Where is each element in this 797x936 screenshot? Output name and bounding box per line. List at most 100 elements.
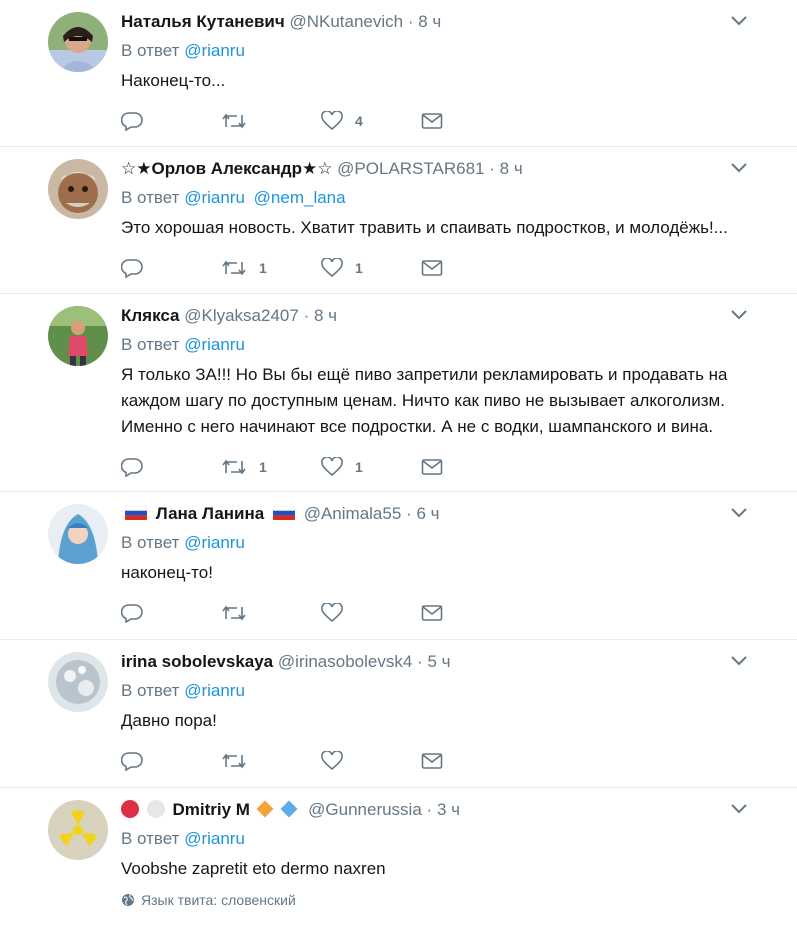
mention-link[interactable]: @rianru xyxy=(184,533,245,552)
mention-link[interactable]: @rianru xyxy=(184,41,245,60)
retweet-icon xyxy=(222,605,246,621)
avatar[interactable] xyxy=(48,306,108,366)
like-button[interactable]: 4 xyxy=(321,111,421,131)
language-label: Язык твита: словенский xyxy=(141,892,296,908)
tweet-header: Наталья Кутаневич @NKutanevich · 8 ч xyxy=(121,10,785,34)
chevron-down-icon[interactable] xyxy=(731,804,747,814)
reply-button[interactable] xyxy=(121,457,221,477)
mention-link[interactable]: @nem_lana xyxy=(254,188,346,207)
reply-button[interactable] xyxy=(121,751,221,771)
author-name[interactable]: ☆★Орлов Александр★☆ xyxy=(121,159,332,178)
retweet-icon xyxy=(222,113,246,129)
avatar[interactable] xyxy=(48,159,108,219)
reply-prefix: В ответ xyxy=(121,681,180,700)
direct-message-button[interactable] xyxy=(421,112,443,130)
avatar[interactable] xyxy=(48,652,108,712)
author-name[interactable]: Лана Ланина xyxy=(156,504,265,523)
separator-dot: · xyxy=(417,652,423,671)
retweet-icon xyxy=(222,753,246,769)
author-handle[interactable]: @irinasobolevsk4 xyxy=(278,652,412,671)
retweet-button[interactable] xyxy=(221,751,321,771)
mention-link[interactable]: @rianru xyxy=(184,681,245,700)
heart-icon xyxy=(321,457,343,477)
reply-icon xyxy=(121,752,143,771)
tweet-actions: 4 xyxy=(121,106,785,146)
tweet-text: Я только ЗА!!! Но Вы бы ещё пиво запрети… xyxy=(121,365,728,436)
tweet[interactable]: ☆★Орлов Александр★☆ @POLARSTAR681 · 8 ч … xyxy=(0,147,797,294)
like-count: 1 xyxy=(355,459,363,475)
chevron-down-icon[interactable] xyxy=(731,310,747,320)
chevron-down-icon[interactable] xyxy=(731,163,747,173)
tweet[interactable]: Клякса @Klyaksa2407 · 8 ч В ответ @rianr… xyxy=(0,294,797,492)
avatar[interactable] xyxy=(48,504,108,564)
author-name[interactable]: Клякса xyxy=(121,306,180,325)
tweet[interactable]: Лана Ланина @Animala55 · 6 ч В ответ @ri… xyxy=(0,492,797,640)
separator-dot: · xyxy=(426,800,433,819)
like-button[interactable]: 1 xyxy=(321,258,421,278)
reply-button[interactable] xyxy=(121,603,221,623)
heart-icon xyxy=(321,258,343,278)
like-button[interactable]: 1 xyxy=(321,457,421,477)
reply-button[interactable] xyxy=(121,258,221,278)
chevron-down-icon[interactable] xyxy=(731,508,747,518)
separator-dot: · xyxy=(407,12,414,31)
reply-context: В ответ @rianru xyxy=(121,679,785,703)
tweet-time[interactable]: 8 ч xyxy=(500,159,523,178)
reply-button[interactable] xyxy=(121,111,221,131)
russia-flag-icon xyxy=(125,506,147,520)
chevron-down-icon[interactable] xyxy=(731,656,747,666)
avatar[interactable] xyxy=(48,12,108,72)
heart-icon xyxy=(321,603,343,623)
author-handle[interactable]: @NKutanevich xyxy=(289,12,403,31)
tweet[interactable]: Dmitriy M @Gunnerussia · 3 ч В ответ @ri… xyxy=(0,788,797,936)
retweet-button[interactable] xyxy=(221,111,321,131)
like-button[interactable] xyxy=(321,603,421,623)
heart-icon xyxy=(321,111,343,131)
tweet-actions: 1 1 xyxy=(121,452,785,492)
reply-prefix: В ответ xyxy=(121,335,180,354)
author-handle[interactable]: @Gunnerussia xyxy=(308,800,422,819)
retweet-button[interactable]: 1 xyxy=(221,258,321,278)
retweet-count: 1 xyxy=(259,260,267,276)
like-button[interactable] xyxy=(321,751,421,771)
direct-message-button[interactable] xyxy=(421,259,443,277)
globe-icon xyxy=(122,894,134,906)
reply-icon xyxy=(121,604,143,623)
envelope-icon xyxy=(421,113,443,129)
tweet-time[interactable]: 5 ч xyxy=(427,652,450,671)
reply-context: В ответ @rianru xyxy=(121,39,785,63)
reply-icon xyxy=(121,112,143,131)
red-circle-icon xyxy=(121,800,139,818)
tweet-text: Давно пора! xyxy=(121,711,217,730)
tweet-text: Это хорошая новость. Хватит травить и сп… xyxy=(121,218,728,237)
tweet-header: Лана Ланина @Animala55 · 6 ч xyxy=(121,502,785,526)
reply-icon xyxy=(121,458,143,477)
mention-link[interactable]: @rianru xyxy=(184,335,245,354)
envelope-icon xyxy=(421,605,443,621)
author-name[interactable]: Dmitriy M xyxy=(172,800,249,819)
retweet-button[interactable] xyxy=(221,603,321,623)
author-name[interactable]: irina sobolevskaya xyxy=(121,652,273,671)
direct-message-button[interactable] xyxy=(421,752,443,770)
chevron-down-icon[interactable] xyxy=(731,16,747,26)
mention-link[interactable]: @rianru xyxy=(184,188,245,207)
tweet-time[interactable]: 3 ч xyxy=(437,800,460,819)
mention-link[interactable]: @rianru xyxy=(184,829,245,848)
avatar[interactable] xyxy=(48,800,108,860)
tweet-time[interactable]: 8 ч xyxy=(418,12,441,31)
author-name[interactable]: Наталья Кутаневич xyxy=(121,12,285,31)
tweet-time[interactable]: 6 ч xyxy=(416,504,439,523)
author-handle[interactable]: @Animala55 xyxy=(304,504,402,523)
retweet-button[interactable]: 1 xyxy=(221,457,321,477)
tweet[interactable]: Наталья Кутаневич @NKutanevich · 8 ч В о… xyxy=(0,0,797,147)
tweet-header: irina sobolevskaya @irinasobolevsk4 · 5 … xyxy=(121,650,785,674)
author-handle[interactable]: @POLARSTAR681 xyxy=(337,159,484,178)
tweet-time[interactable]: 8 ч xyxy=(314,306,337,325)
direct-message-button[interactable] xyxy=(421,604,443,622)
reply-prefix: В ответ xyxy=(121,188,180,207)
author-handle[interactable]: @Klyaksa2407 xyxy=(184,306,299,325)
tweet-actions xyxy=(121,598,785,638)
like-count: 4 xyxy=(355,113,363,129)
tweet[interactable]: irina sobolevskaya @irinasobolevsk4 · 5 … xyxy=(0,640,797,788)
direct-message-button[interactable] xyxy=(421,458,443,476)
